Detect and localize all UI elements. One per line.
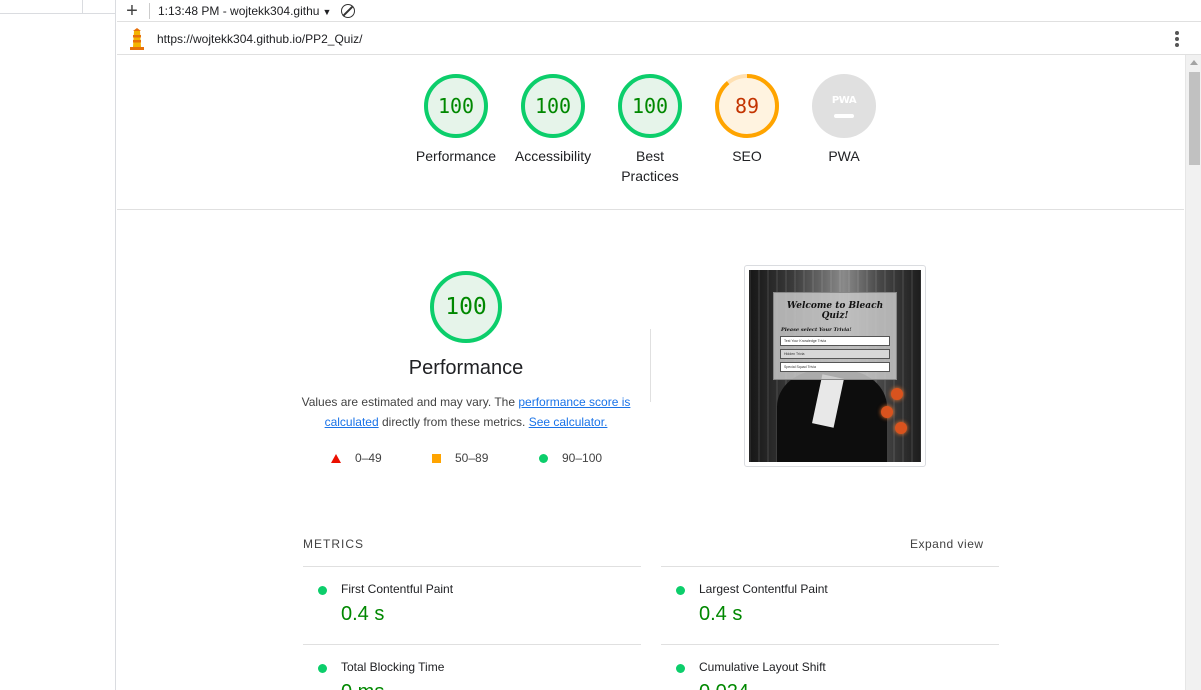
pwa-badge-text: PWA	[831, 94, 857, 106]
chevron-down-icon: ▼	[322, 6, 332, 17]
metric-name: Largest Contentful Paint	[699, 582, 828, 596]
see-calculator-link[interactable]: See calculator.	[529, 415, 608, 429]
metric-total-blocking-time: Total Blocking Time 0 ms	[303, 645, 633, 690]
metric-value: 0.024	[699, 681, 749, 690]
quiz-option: Hidden Trivia	[780, 349, 890, 359]
report-url-bar: https://wojtekk304.github.io/PP2_Quiz/	[117, 23, 1201, 55]
gauge-seo[interactable]: 89 SEO	[697, 74, 797, 166]
seo-gauge-ring: 89	[715, 74, 779, 138]
lighthouse-icon	[128, 27, 146, 50]
legend-fail: 0–49	[331, 451, 382, 465]
metric-value: 0.4 s	[341, 603, 385, 625]
metric-name: Cumulative Layout Shift	[699, 660, 826, 674]
gauge-label: PWA	[828, 148, 860, 164]
plus-icon[interactable]: +	[117, 1, 147, 21]
quiz-option: Test Your Knowledge Trivia	[780, 336, 890, 346]
gauge-score: 100	[437, 94, 475, 118]
metric-cumulative-layout-shift: Cumulative Layout Shift 0.024	[661, 645, 991, 690]
metric-value: 0.4 s	[699, 603, 743, 625]
scroll-up-arrow-icon[interactable]	[1190, 60, 1198, 65]
gauge-label-line: Practices	[621, 168, 679, 184]
pass-circle-icon	[318, 586, 327, 595]
gauge-score: 100	[445, 294, 487, 320]
gauge-label: SEO	[732, 148, 762, 164]
gauge-score: 100	[534, 94, 572, 118]
quiz-welcome-card: Welcome to Bleach Quiz! Please select Yo…	[773, 292, 897, 380]
pass-circle-icon	[318, 664, 327, 673]
legend-pass: 90–100	[539, 451, 602, 465]
metric-name: First Contentful Paint	[341, 582, 454, 596]
legend-average: 50–89	[432, 451, 488, 465]
gauge-accessibility[interactable]: 100 Accessibility	[503, 74, 603, 166]
average-square-icon	[432, 453, 441, 463]
lantern-decoration	[895, 422, 907, 434]
metric-first-contentful-paint: First Contentful Paint 0.4 s	[303, 567, 633, 645]
quiz-title: Welcome to Bleach Quiz!	[786, 301, 884, 321]
description-text: directly from these metrics.	[378, 415, 529, 429]
pass-circle-icon	[539, 453, 548, 463]
category-title: Performance	[408, 357, 524, 379]
gauge-label-line: Best	[635, 148, 664, 164]
quiz-subtitle: Please select Your Trivia!	[781, 327, 852, 333]
report-selector[interactable]: 1:13:48 PM - wojtekk304.githu ▼	[158, 4, 331, 18]
legend-range: 90–100	[562, 451, 603, 465]
block-icon[interactable]	[341, 3, 356, 18]
metrics-heading: METRICS	[303, 537, 364, 551]
pwa-badge-icon: PWA	[812, 74, 876, 138]
pass-circle-icon	[676, 664, 685, 673]
gauge-label: Accessibility	[514, 148, 592, 164]
gauge-label: Best Practices	[600, 146, 700, 186]
scores-summary: 100 Performance 100 Accessibility 100 Be…	[117, 55, 1184, 210]
metric-largest-contentful-paint: Largest Contentful Paint 0.4 s	[661, 567, 991, 645]
pwa-na-bar	[834, 113, 854, 118]
more-options-icon[interactable]	[1175, 31, 1179, 47]
score-gauge: 100	[521, 74, 585, 138]
gauge-pwa[interactable]: PWA PWA	[794, 74, 894, 166]
legend-range: 50–89	[455, 451, 489, 465]
vertical-divider	[650, 329, 651, 402]
report-url-link[interactable]: https://wojtekk304.github.io/PP2_Quiz/	[157, 32, 362, 46]
score-gauge: 100	[424, 74, 488, 138]
vertical-scrollbar[interactable]	[1185, 55, 1201, 690]
category-description: Values are estimated and may vary. The p…	[300, 392, 632, 432]
devtools-side-pane	[0, 0, 116, 690]
metric-value: 0 ms	[341, 681, 384, 690]
legend-range: 0–49	[355, 451, 382, 465]
lighthouse-report-window: { "toolbar": { "new_tab_icon": "plus-ico…	[0, 0, 1201, 690]
gauge-best-practices[interactable]: 100 Best Practices	[600, 74, 700, 186]
side-pane-tab	[0, 0, 116, 14]
gauge-performance[interactable]: 100 Performance	[406, 74, 506, 166]
gauge-score: 100	[631, 94, 669, 118]
screenshot-image: Welcome to Bleach Quiz! Please select Yo…	[749, 270, 921, 462]
lantern-decoration	[891, 388, 903, 400]
quiz-option: Special Squad Trivia	[780, 362, 890, 372]
fail-triangle-icon	[331, 453, 341, 463]
lighthouse-toolbar: + 1:13:48 PM - wojtekk304.githu ▼	[117, 0, 1201, 22]
final-screenshot[interactable]: Welcome to Bleach Quiz! Please select Yo…	[744, 265, 926, 467]
scrollbar-thumb[interactable]	[1189, 72, 1200, 165]
score-gauge: 100	[430, 271, 502, 343]
gauge-score: 89	[735, 94, 759, 118]
gauge-label: Performance	[415, 148, 497, 164]
description-text: Values are estimated and may vary. The	[301, 395, 519, 409]
lantern-decoration	[881, 406, 893, 418]
performance-main-gauge: 100	[406, 271, 526, 343]
score-gauge: 100	[618, 74, 682, 138]
report-selector-label: 1:13:48 PM - wojtekk304.githu	[158, 3, 320, 18]
metric-name: Total Blocking Time	[341, 660, 445, 674]
expand-view-toggle[interactable]: Expand view	[910, 537, 984, 551]
toolbar-divider	[149, 2, 150, 19]
character-silhouette	[777, 370, 887, 462]
pass-circle-icon	[676, 586, 685, 595]
